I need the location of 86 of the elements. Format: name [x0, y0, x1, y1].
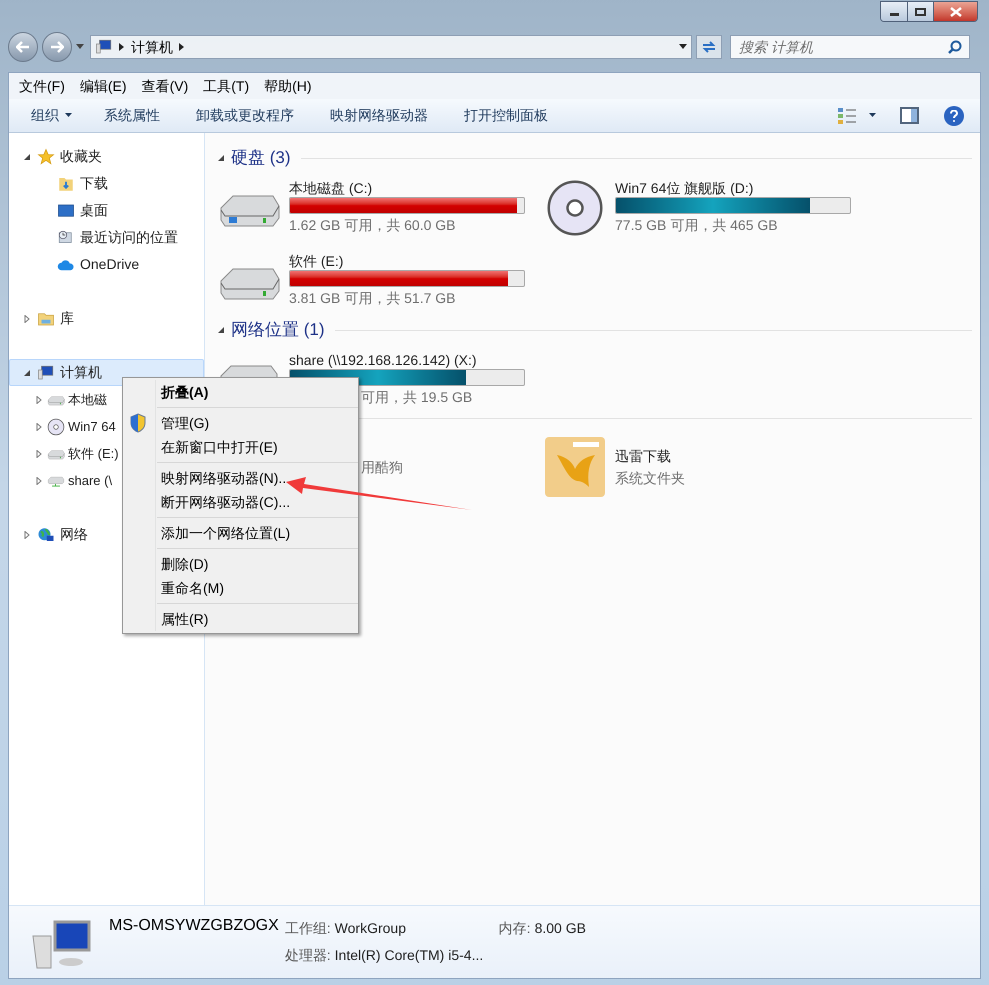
globe-icon	[37, 526, 55, 544]
disc-icon	[545, 178, 605, 238]
search-icon	[948, 40, 962, 54]
detail-label: 工作组:	[284, 919, 331, 938]
expand-arrow-icon[interactable]	[23, 314, 31, 322]
breadcrumb[interactable]: 计算机	[131, 36, 173, 58]
tree-item[interactable]: 库	[9, 305, 204, 332]
free-space-text: 1.62 GB 可用，共 60.0 GB	[289, 216, 457, 235]
help-button[interactable]	[944, 106, 964, 126]
detail-value: 8.00 GB	[534, 919, 586, 938]
forward-arrow-icon	[50, 41, 64, 53]
caret-icon	[869, 113, 876, 118]
tree-item[interactable]: 下载	[29, 170, 204, 197]
toolbar-button[interactable]: 组织	[17, 105, 86, 126]
toolbar-button[interactable]: 映射网络驱动器	[312, 105, 446, 126]
free-space-text: 可用，共 19.5 GB	[361, 388, 474, 407]
expand-arrow-icon[interactable]	[35, 396, 43, 404]
close-icon	[950, 6, 962, 16]
star-icon	[37, 148, 55, 166]
forward-button[interactable]	[42, 32, 72, 62]
context-menu-item[interactable]: 重命名(M)	[123, 576, 358, 600]
tree-item[interactable]: 桌面	[29, 197, 204, 224]
context-menu-item[interactable]: 断开网络驱动器(C)...	[123, 490, 358, 514]
menu-item[interactable]: 帮助(H)	[264, 76, 312, 96]
group-header[interactable]: 网络位置 (1)	[231, 317, 324, 343]
back-button[interactable]	[8, 32, 38, 62]
computer-icon	[95, 38, 113, 56]
caret-icon	[65, 113, 72, 118]
tree-item[interactable]: 收藏夹	[9, 143, 204, 170]
address-bar[interactable]: 计算机	[90, 35, 692, 59]
chevron-icon[interactable]	[119, 43, 125, 51]
tree-item[interactable]: 最近访问的位置	[29, 224, 204, 251]
context-menu-item[interactable]: 删除(D)	[123, 552, 358, 576]
collapse-arrow-icon[interactable]	[23, 152, 31, 160]
drive-name: Win7 64位 旗舰版 (D:)	[615, 179, 754, 197]
refresh-icon	[701, 40, 717, 54]
refresh-button[interactable]	[696, 35, 722, 59]
folder-icon	[545, 436, 605, 496]
expand-arrow-icon[interactable]	[35, 450, 43, 458]
chevron-icon[interactable]	[179, 43, 185, 51]
maximize-button[interactable]	[907, 2, 933, 21]
history-dropdown-icon[interactable]	[76, 44, 84, 50]
dropdown-icon[interactable]	[679, 44, 687, 50]
desktop-icon	[57, 202, 75, 220]
tree-item[interactable]: OneDrive	[29, 251, 204, 278]
drive-name: 软件 (E:)	[289, 252, 344, 270]
menu-item[interactable]: 文件(F)	[19, 76, 65, 96]
detail-label: 内存:	[498, 919, 531, 938]
drive-name: share (\\192.168.126.142) (X:)	[289, 351, 478, 369]
context-menu-item[interactable]: 管理(G)	[123, 411, 358, 435]
menu-item[interactable]: 查看(V)	[142, 76, 188, 96]
question-mark-icon	[950, 110, 958, 122]
folder-type: 系统文件夹	[615, 468, 685, 488]
drive-name: 本地磁盘 (C:)	[289, 179, 374, 197]
folder-type: 用酷狗	[361, 458, 403, 476]
collapse-arrow-icon[interactable]	[217, 154, 225, 162]
search-field[interactable]: 搜索 计算机	[730, 35, 970, 59]
computer-icon	[37, 364, 55, 382]
toolbar-button[interactable]: 卸载或更改程序	[178, 105, 312, 126]
toolbar-button[interactable]: 系统属性	[86, 105, 178, 126]
preview-pane-button[interactable]	[898, 106, 920, 126]
view-list-icon	[837, 106, 857, 124]
detail-value: Intel(R) Core(TM) i5-4...	[334, 946, 484, 965]
context-menu-item[interactable]: 映射网络驱动器(N)...	[123, 466, 358, 490]
expand-arrow-icon[interactable]	[35, 422, 43, 430]
context-menu-item[interactable]: 添加一个网络位置(L)	[123, 521, 358, 545]
expand-arrow-icon[interactable]	[35, 476, 43, 484]
toolbar-button[interactable]: 打开控制面板	[446, 105, 566, 126]
back-arrow-icon	[16, 41, 30, 53]
collapse-arrow-icon[interactable]	[217, 326, 225, 334]
detail-value: WorkGroup	[334, 919, 407, 938]
free-space-text: 77.5 GB 可用，共 465 GB	[615, 216, 779, 235]
context-menu-item[interactable]: 在新窗口中打开(E)	[123, 435, 358, 459]
minimize-button[interactable]	[881, 2, 907, 21]
menu-item[interactable]: 编辑(E)	[80, 76, 127, 96]
context-menu-item[interactable]: 属性(R)	[123, 607, 358, 631]
detail-label: 处理器:	[284, 946, 331, 965]
collapse-arrow-icon[interactable]	[23, 368, 31, 376]
disc-icon	[47, 418, 65, 436]
computer-name: MS-OMSYWZGBZOGX	[109, 916, 279, 936]
close-button[interactable]	[933, 2, 977, 21]
expand-arrow-icon[interactable]	[23, 530, 31, 538]
folder-name: 迅雷下载	[615, 446, 672, 466]
free-space-text: 3.81 GB 可用，共 51.7 GB	[289, 289, 457, 308]
menu-item[interactable]: 工具(T)	[203, 76, 250, 96]
group-header[interactable]: 硬盘 (3)	[231, 145, 290, 171]
